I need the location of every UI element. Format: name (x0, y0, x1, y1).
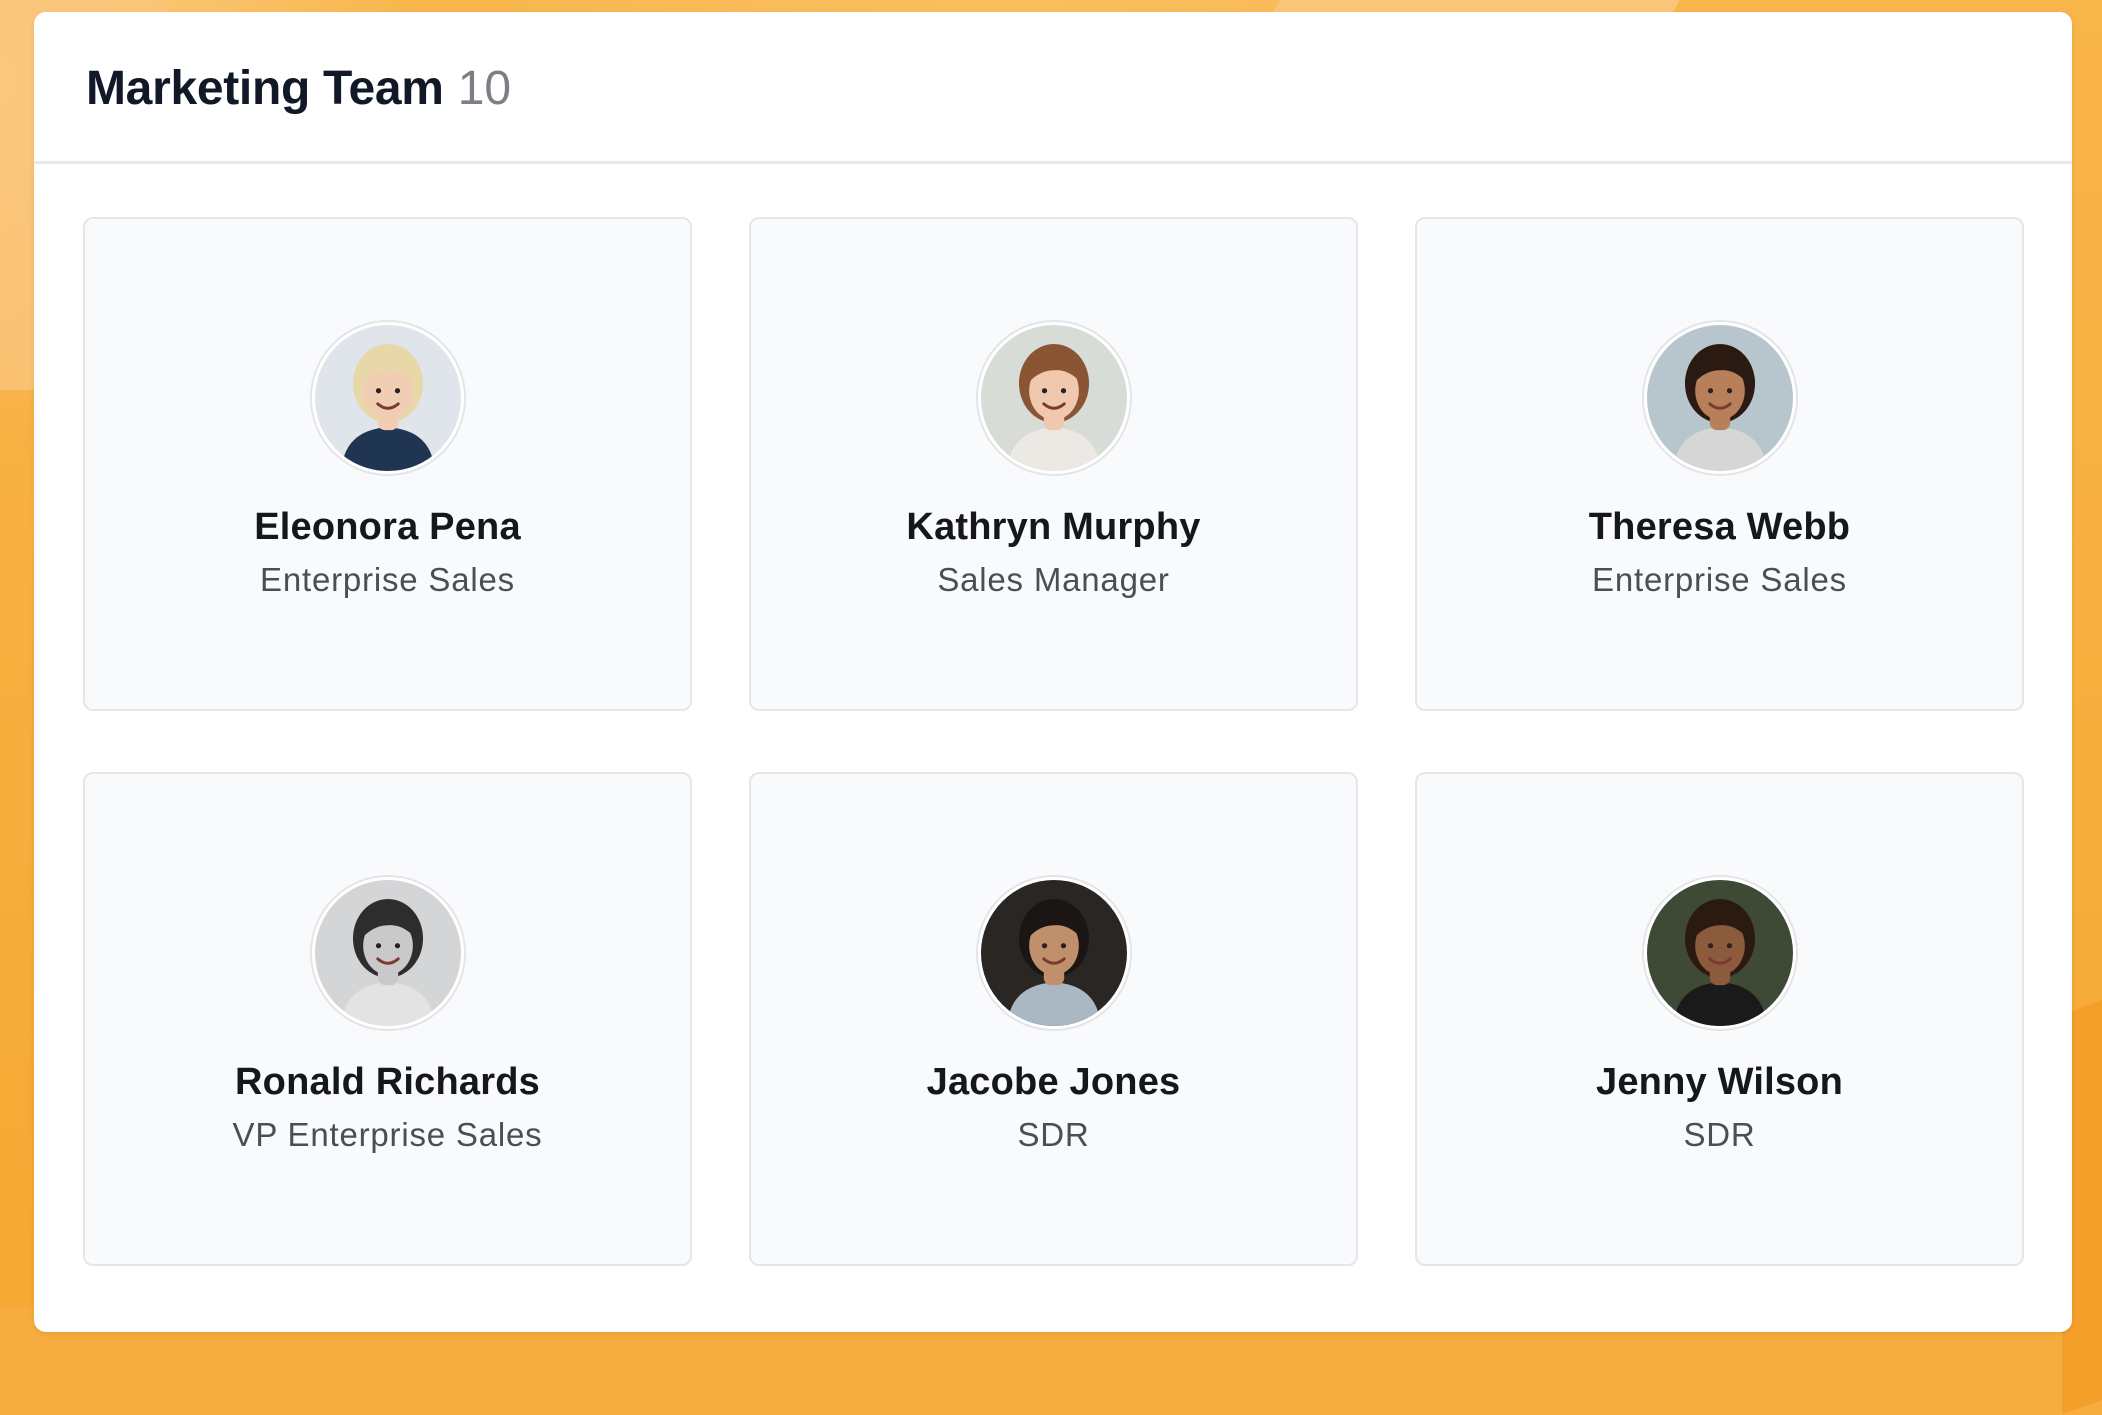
member-role: Sales Manager (937, 561, 1170, 598)
member-name: Theresa Webb (1588, 506, 1851, 548)
member-role: Enterprise Sales (260, 561, 515, 598)
member-card[interactable]: Jacobe Jones SDR (749, 772, 1358, 1266)
member-card[interactable]: Kathryn Murphy Sales Manager (749, 217, 1358, 711)
avatar (977, 322, 1130, 474)
avatar (311, 877, 464, 1029)
avatar-portrait (980, 880, 1127, 1026)
member-card[interactable]: Theresa Webb Enterprise Sales (1415, 217, 2024, 711)
avatar (1643, 322, 1796, 474)
avatar-portrait (980, 325, 1127, 471)
avatar-portrait (314, 325, 461, 471)
member-name: Kathryn Murphy (906, 506, 1201, 548)
team-title: Marketing Team (86, 62, 444, 115)
member-role: VP Enterprise Sales (232, 1116, 543, 1153)
avatar-portrait (1646, 880, 1793, 1026)
panel-header: Marketing Team 10 (34, 12, 2072, 164)
member-card[interactable]: Eleonora Pena Enterprise Sales (83, 217, 692, 711)
member-card[interactable]: Ronald Richards VP Enterprise Sales (83, 772, 692, 1266)
member-name: Jenny Wilson (1596, 1061, 1843, 1103)
team-member-count: 10 (457, 62, 512, 115)
member-name: Ronald Richards (235, 1061, 540, 1103)
member-grid: Eleonora Pena Enterprise Sales Kathryn M… (83, 217, 2024, 1266)
member-role: Enterprise Sales (1592, 561, 1847, 598)
avatar (977, 877, 1130, 1029)
member-name: Eleonora Pena (254, 506, 521, 548)
member-role: SDR (1017, 1116, 1090, 1153)
member-name: Jacobe Jones (926, 1061, 1181, 1103)
avatar (311, 322, 464, 474)
avatar (1643, 877, 1796, 1029)
member-role: SDR (1683, 1116, 1756, 1153)
member-card[interactable]: Jenny Wilson SDR (1415, 772, 2024, 1266)
team-panel: Marketing Team 10 Eleonora Pena Enterpri… (34, 12, 2072, 1332)
avatar-portrait (314, 880, 461, 1026)
avatar-portrait (1646, 325, 1793, 471)
